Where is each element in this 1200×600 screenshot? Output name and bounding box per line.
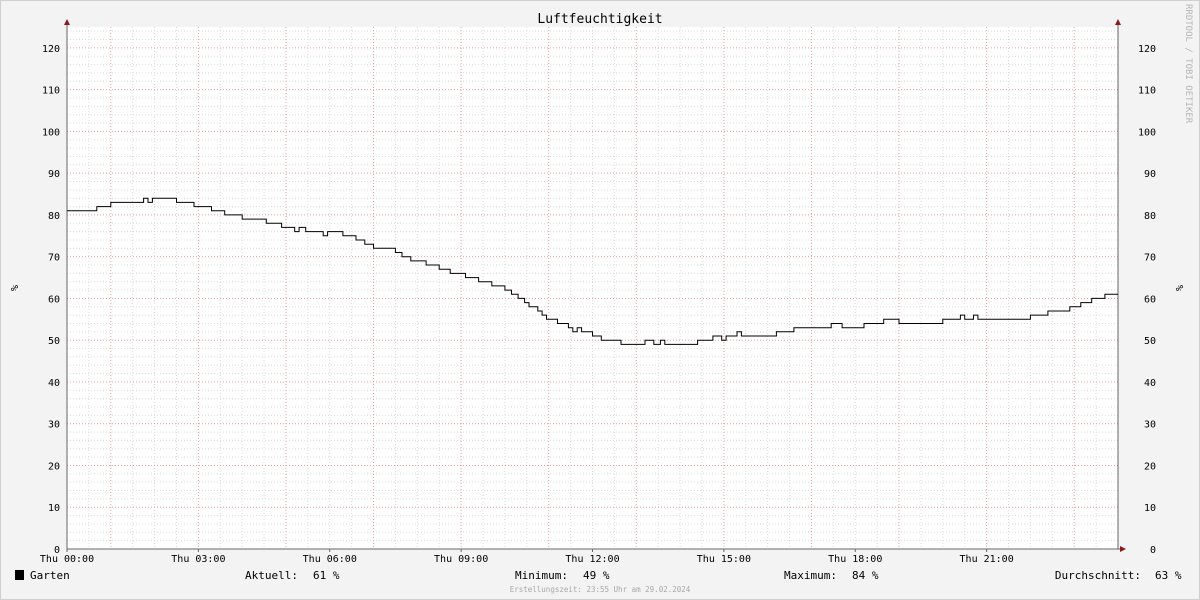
stat-minimum-value: 49 % bbox=[583, 569, 610, 582]
legend-series-name: Garten bbox=[30, 569, 70, 582]
y-axis-label-left: % bbox=[8, 285, 19, 291]
legend-swatch-garten bbox=[15, 570, 24, 580]
stat-maximum-label: Maximum: bbox=[784, 569, 837, 582]
x-tick-label: Thu 18:00 bbox=[828, 554, 882, 565]
y-tick-label-right: 70 bbox=[1144, 253, 1156, 264]
stat-aktuell-label: Aktuell: bbox=[245, 569, 298, 582]
y-tick-label-right: 120 bbox=[1138, 44, 1156, 55]
stat-durchschnitt-value: 63 % bbox=[1155, 569, 1182, 582]
y-tick-label-left: 30 bbox=[48, 420, 60, 431]
stat-maximum-value: 84 % bbox=[852, 569, 879, 582]
humidity-chart: Luftfeuchtigkeit RRDTOOL / TOBI OETIKER … bbox=[8, 4, 1193, 594]
x-tick-label: Thu 15:00 bbox=[697, 554, 751, 565]
stat-aktuell-value: 61 % bbox=[313, 569, 340, 582]
y-tick-label-left: 110 bbox=[42, 86, 60, 97]
x-tick-label: Thu 03:00 bbox=[171, 554, 225, 565]
y-axis-label-right: % bbox=[1173, 285, 1184, 291]
x-tick-label: Thu 06:00 bbox=[303, 554, 357, 565]
x-tick-label: Thu 12:00 bbox=[565, 554, 619, 565]
y-tick-label-right: 60 bbox=[1144, 294, 1156, 305]
y-tick-label-right: 90 bbox=[1144, 169, 1156, 180]
y-tick-label-left: 50 bbox=[48, 336, 60, 347]
y-tick-label-right: 100 bbox=[1138, 127, 1156, 138]
y-tick-label-left: 20 bbox=[48, 461, 60, 472]
y-tick-label-left: 40 bbox=[48, 378, 60, 389]
y-tick-label-left: 100 bbox=[42, 127, 60, 138]
x-tick-label: Thu 09:00 bbox=[434, 554, 488, 565]
x-axis-arrow bbox=[1120, 546, 1126, 552]
y-axis-left-arrow bbox=[64, 19, 70, 25]
y-tick-label-left: 120 bbox=[42, 44, 60, 55]
y-tick-label-right: 80 bbox=[1144, 211, 1156, 222]
y-tick-label-left: 70 bbox=[48, 253, 60, 264]
y-axis-right-arrow bbox=[1115, 19, 1121, 25]
stat-minimum-label: Minimum: bbox=[515, 569, 568, 582]
x-tick-label: Thu 21:00 bbox=[960, 554, 1014, 565]
y-tick-label-right: 110 bbox=[1138, 86, 1156, 97]
legend: Garten Aktuell: 61 % Minimum: 49 % Maxim… bbox=[15, 569, 1182, 582]
y-tick-label-left: 60 bbox=[48, 294, 60, 305]
x-tick-label: Thu 00:00 bbox=[40, 554, 94, 565]
y-tick-label-right: 30 bbox=[1144, 420, 1156, 431]
chart-title: Luftfeuchtigkeit bbox=[537, 12, 662, 27]
y-tick-label-right: 10 bbox=[1144, 503, 1156, 514]
y-tick-label-right: 40 bbox=[1144, 378, 1156, 389]
y-tick-label-right: 0 bbox=[1150, 545, 1156, 556]
footer-timestamp: Erstellungszeit: 23:55 Uhr am 29.02.2024 bbox=[510, 585, 691, 594]
y-tick-label-right: 20 bbox=[1144, 461, 1156, 472]
stat-durchschnitt-label: Durchschnitt: bbox=[1055, 569, 1141, 582]
y-tick-label-left: 90 bbox=[48, 169, 60, 180]
y-tick-label-left: 80 bbox=[48, 211, 60, 222]
y-tick-label-left: 10 bbox=[48, 503, 60, 514]
y-tick-label-right: 50 bbox=[1144, 336, 1156, 347]
rrdtool-watermark: RRDTOOL / TOBI OETIKER bbox=[1183, 4, 1193, 124]
